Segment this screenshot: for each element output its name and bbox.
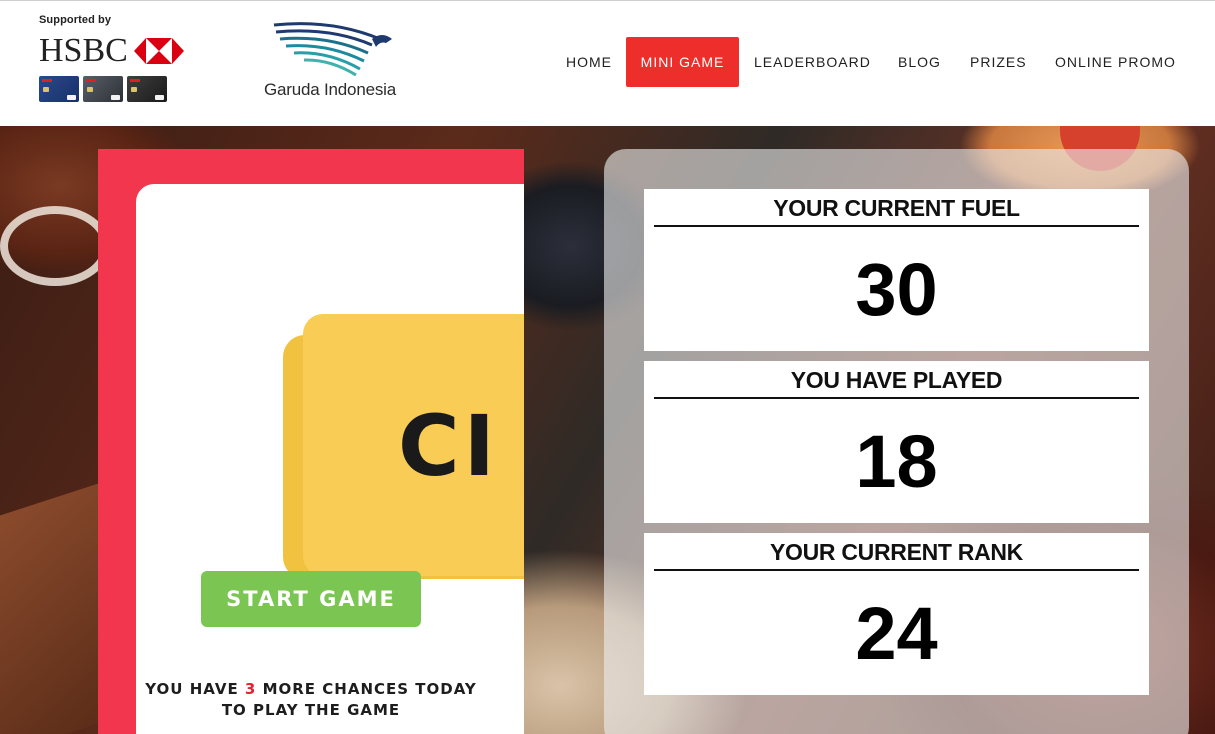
nav-home[interactable]: HOME [566,37,612,87]
player-stats-panel: YOUR CURRENT FUEL 30 YOU HAVE PLAYED 18 … [604,149,1189,734]
word-tile-text: CI [398,397,499,495]
chances-remaining-text: YOU HAVE 3 MORE CHANCES TODAY TO PLAY TH… [98,679,524,721]
chances-count: 3 [244,680,257,698]
nav-blog[interactable]: BLOG [898,37,941,87]
nav-mini-game[interactable]: MINI GAME [626,37,739,87]
start-game-button[interactable]: START GAME [201,571,421,627]
site-header: Supported by HSBC Garuda Indonesia HOME … [0,0,1215,126]
played-stat-value: 18 [855,420,938,503]
played-stat-title: YOU HAVE PLAYED [790,367,1003,393]
mini-game-panel: CI START GAME YOU HAVE 3 MORE CHANCES TO… [98,149,524,734]
main-navigation: HOME MINI GAME LEADERBOARD BLOG PRIZES O… [0,37,1215,87]
rank-stat-card: YOUR CURRENT RANK 24 [644,533,1149,695]
played-stat-card: YOU HAVE PLAYED 18 [644,361,1149,523]
chances-prefix: YOU HAVE [145,680,245,698]
nav-leaderboard[interactable]: LEADERBOARD [754,37,871,87]
rank-stat-value: 24 [855,592,938,675]
fuel-stat-value: 30 [855,248,938,331]
rank-stat-title: YOUR CURRENT RANK [769,539,1023,565]
nav-online-promo[interactable]: ONLINE PROMO [1055,37,1176,87]
supported-by-text: Supported by [39,14,112,26]
fuel-stat-title: YOUR CURRENT FUEL [773,195,1020,221]
divider [654,569,1139,571]
chances-line-2: TO PLAY THE GAME [221,701,401,719]
chances-suffix: MORE CHANCES TODAY [256,680,477,698]
fuel-stat-card: YOUR CURRENT FUEL 30 [644,189,1149,351]
divider [654,225,1139,227]
bowl-decoration [0,206,110,286]
divider [654,397,1139,399]
nav-prizes[interactable]: PRIZES [970,37,1027,87]
